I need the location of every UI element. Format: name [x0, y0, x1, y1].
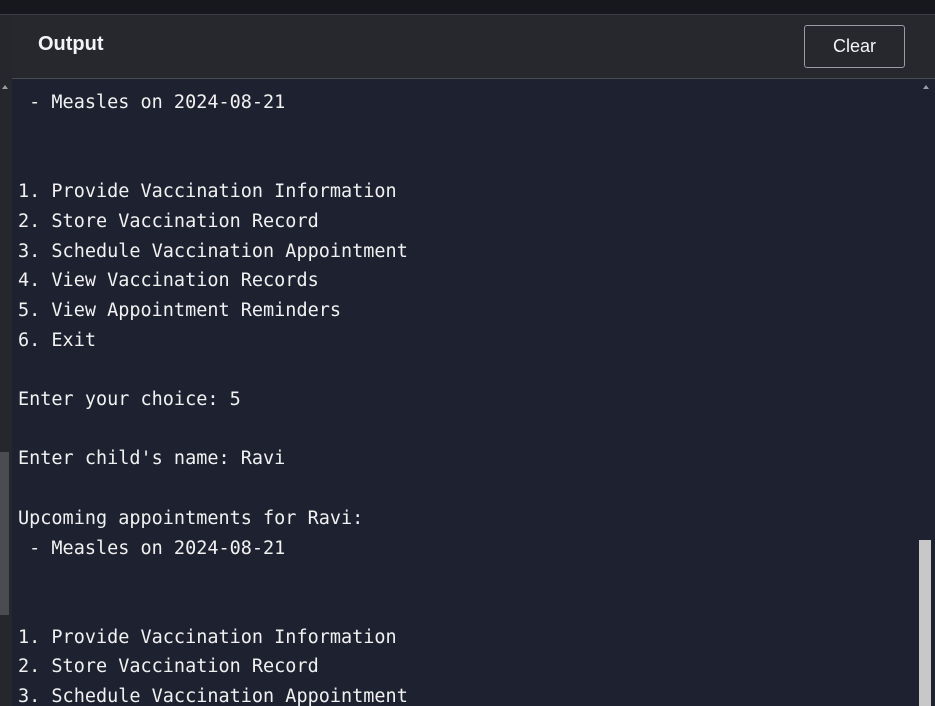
scroll-up-arrow-icon[interactable]: [2, 85, 8, 89]
right-scrollbar-thumb[interactable]: [919, 540, 931, 706]
output-header: Output Clear: [12, 15, 935, 79]
output-title: Output: [38, 33, 104, 55]
top-bar: [0, 0, 935, 15]
scroll-up-arrow-icon[interactable]: [923, 85, 929, 89]
console-output-text: - Measles on 2024-08-21 1. Provide Vacci…: [18, 92, 408, 706]
clear-button[interactable]: Clear: [804, 25, 905, 68]
output-console[interactable]: - Measles on 2024-08-21 1. Provide Vacci…: [12, 79, 918, 706]
left-scrollbar-thumb[interactable]: [0, 452, 9, 615]
